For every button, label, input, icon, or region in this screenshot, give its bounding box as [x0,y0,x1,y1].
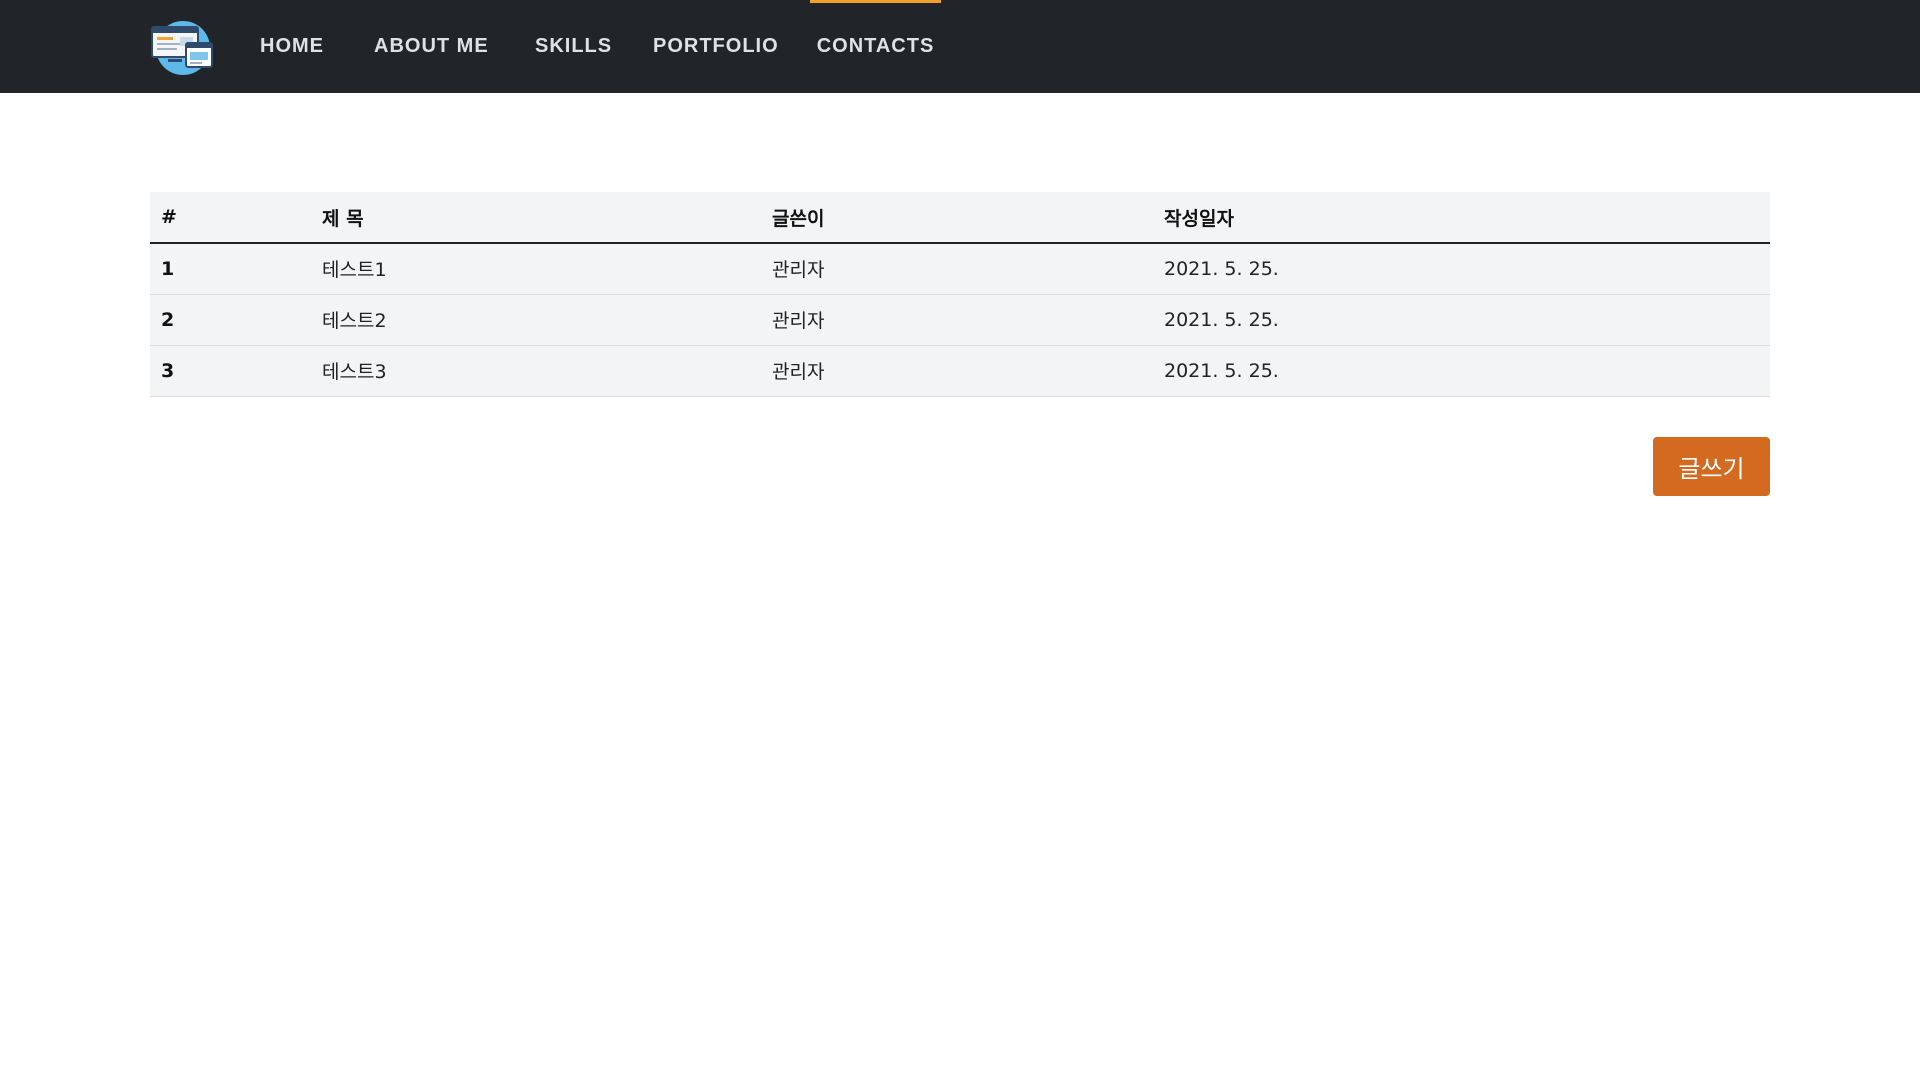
table-row[interactable]: 3 테스트3 관리자 2021. 5. 25. [150,345,1770,397]
board-table: # 제 목 글쓴이 작성일자 1 테스트1 관리자 2021. 5. 25. 2… [150,192,1770,397]
row-title-link[interactable]: 테스트3 [311,345,761,397]
nav-home-link[interactable]: HOME [260,0,324,93]
column-header-date: 작성일자 [1153,192,1770,244]
row-number: 1 [150,243,311,295]
top-navbar: HOME ABOUT ME SKILLS PORTFOLIO CONTACTS [0,0,1920,93]
nav-skills-link[interactable]: SKILLS [535,0,612,93]
row-author: 관리자 [761,345,1153,397]
column-header-author: 글쓴이 [761,192,1153,244]
row-number: 3 [150,345,311,397]
row-title-link[interactable]: 테스트1 [311,243,761,295]
table-header-row: # 제 목 글쓴이 작성일자 [150,192,1770,244]
column-header-title: 제 목 [311,192,761,244]
nav-portfolio-link[interactable]: PORTFOLIO [653,0,779,93]
row-number: 2 [150,294,311,346]
column-header-number: # [150,192,311,244]
board-table-container: # 제 목 글쓴이 작성일자 1 테스트1 관리자 2021. 5. 25. 2… [150,192,1770,397]
nav-about-me-link[interactable]: ABOUT ME [374,0,489,93]
table-row[interactable]: 2 테스트2 관리자 2021. 5. 25. [150,294,1770,346]
row-title-link[interactable]: 테스트2 [311,294,761,346]
row-author: 관리자 [761,243,1153,295]
site-logo-icon[interactable] [150,17,216,75]
row-date: 2021. 5. 25. [1153,243,1770,295]
write-post-button[interactable]: 글쓰기 [1653,437,1770,496]
row-date: 2021. 5. 25. [1153,294,1770,346]
nav-contacts-link[interactable]: CONTACTS [810,0,941,93]
row-date: 2021. 5. 25. [1153,345,1770,397]
row-author: 관리자 [761,294,1153,346]
table-row[interactable]: 1 테스트1 관리자 2021. 5. 25. [150,243,1770,295]
